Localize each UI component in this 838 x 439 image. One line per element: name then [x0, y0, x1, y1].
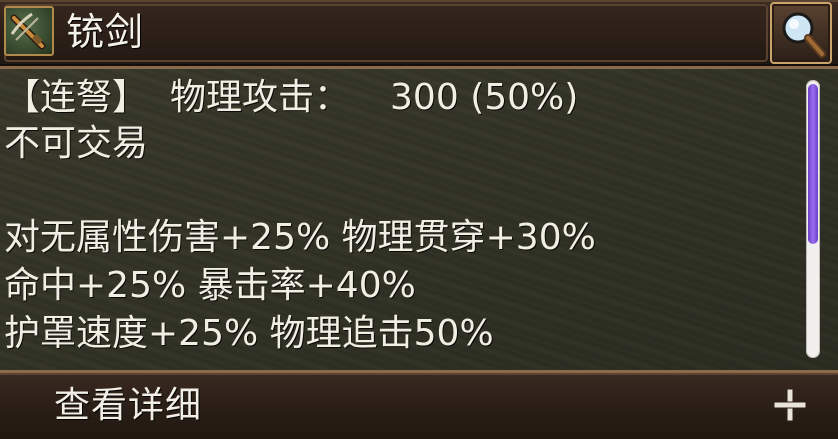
attack-label: 物理攻击：	[170, 77, 351, 118]
stat-crit-rate: 暴击率+40%	[197, 265, 416, 306]
plus-icon	[773, 388, 807, 422]
stat-element-damage: 对无属性伤害+25%	[4, 217, 331, 258]
scrollbar-thumb[interactable]	[808, 84, 818, 244]
attack-line: 【连弩】 物理攻击： 300 (50%)	[4, 76, 578, 120]
stat-physical-chase: 物理追击50%	[269, 313, 494, 354]
scrollbar[interactable]	[806, 80, 820, 358]
magnifier-icon	[782, 12, 826, 58]
stat-line-2: 命中+25% 暴击率+40%	[4, 264, 416, 308]
expand-button[interactable]	[768, 383, 812, 427]
stat-line-1: 对无属性伤害+25% 物理贯穿+30%	[4, 216, 596, 260]
item-name: 铳剑	[66, 10, 145, 54]
detail-bar[interactable]: 查看详细	[0, 370, 838, 439]
weapon-type: 【连弩】	[4, 77, 149, 118]
view-details-label[interactable]: 查看详细	[54, 381, 202, 431]
stat-shield-speed: 护罩速度+25%	[4, 313, 259, 354]
item-stats: 【连弩】 物理攻击： 300 (50%) 不可交易 对无属性伤害+25% 物理贯穿+…	[4, 74, 794, 364]
attack-value: 300 (50%)	[390, 77, 579, 118]
trade-restriction: 不可交易	[4, 123, 149, 164]
item-tooltip-panel: 铳剑 【连弩】 物理攻击： 300 (50%) 不可交易 对无属性伤害+25% 物理…	[0, 0, 838, 439]
stat-physical-pierce: 物理贯穿+30%	[341, 217, 596, 258]
tooltip-header: 铳剑	[0, 0, 838, 69]
search-button[interactable]	[770, 2, 832, 64]
stat-line-3: 护罩速度+25% 物理追击50%	[4, 312, 494, 356]
crossbow-icon-graphic	[10, 12, 46, 50]
crossbow-item-icon	[4, 6, 54, 56]
stat-hit: 命中+25%	[4, 265, 187, 306]
